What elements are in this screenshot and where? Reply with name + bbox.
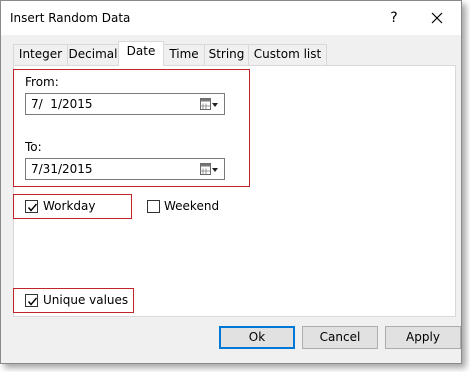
insert-random-data-dialog: Insert Random Data ? Integer Decimal Dat… [0,0,462,364]
title-bar[interactable]: Insert Random Data ? [1,1,461,35]
tab-string[interactable]: String [204,44,249,65]
workday-label[interactable]: Workday [43,199,95,213]
ok-button[interactable]: Ok [219,326,295,349]
checkmark-icon [27,297,38,306]
close-icon [431,12,443,24]
weekend-checkbox[interactable] [147,200,160,213]
tab-date[interactable]: Date [118,41,164,66]
unique-values-label[interactable]: Unique values [43,293,128,307]
weekend-label[interactable]: Weekend [164,199,219,213]
tab-custom-list[interactable]: Custom list [248,44,327,65]
calendar-dropdown-icon[interactable] [200,163,218,176]
from-date-picker[interactable]: 7/ 1/2015 [25,93,225,115]
apply-button[interactable]: Apply [385,326,461,349]
help-button[interactable]: ? [386,9,402,27]
window-title: Insert Random Data [10,11,131,25]
from-date-value: 7/ 1/2015 [31,97,93,111]
calendar-dropdown-icon[interactable] [200,98,218,111]
cancel-button[interactable]: Cancel [302,326,378,349]
from-label: From: [25,75,59,89]
workday-checkbox[interactable] [25,200,38,213]
tab-decimal[interactable]: Decimal [67,44,119,65]
checkmark-icon [27,203,38,212]
tab-integer[interactable]: Integer [13,44,68,65]
close-button[interactable] [426,7,448,29]
to-label: To: [25,140,42,154]
to-date-value: 7/31/2015 [31,162,93,176]
to-date-picker[interactable]: 7/31/2015 [25,158,225,180]
unique-values-checkbox[interactable] [25,294,38,307]
tab-time[interactable]: Time [163,44,205,65]
